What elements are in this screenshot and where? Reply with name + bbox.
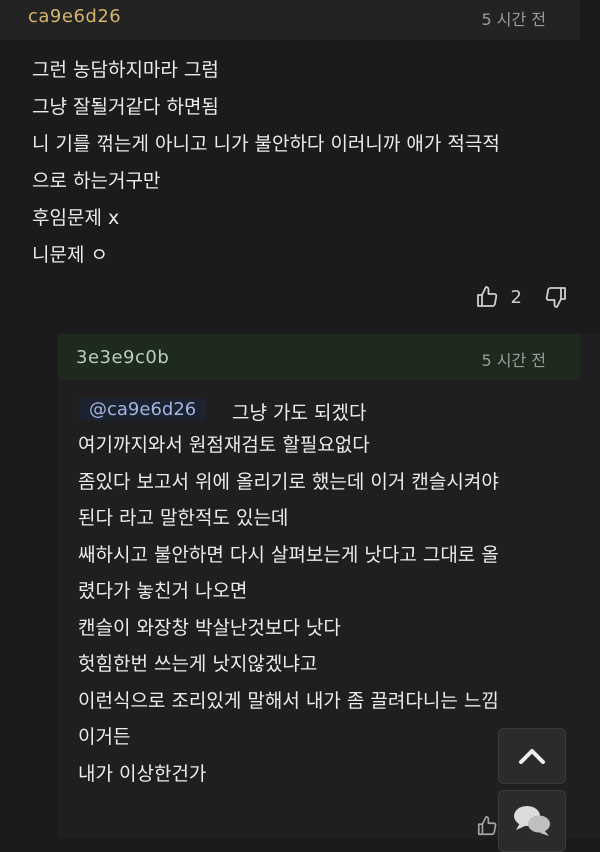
reply-line: 헛힘한번 쓰는게 낫지않겠냐고 — [78, 653, 318, 675]
mention-tag[interactable]: @ca9e6d26 — [79, 398, 207, 421]
reply-line: 된다 라고 말한적도 있는데 — [78, 507, 289, 529]
comment-line: 후임문제 x — [32, 207, 120, 229]
comment-line: 으로 하는거구만 — [32, 170, 161, 192]
comment-line: 그냥 잘될거같다 하면됨 — [32, 96, 219, 118]
chat-bubbles-icon — [512, 804, 552, 838]
comment-line: 니 기를 꺾는게 아니고 니가 불안하다 이러니까 애가 적극적 — [32, 133, 500, 155]
comment-line: 그런 농담하지마라 그럼 — [32, 59, 219, 81]
thumbs-up-icon[interactable] — [475, 285, 499, 309]
reply-time: 5 시간 전 — [481, 351, 546, 370]
reply-line: 렸다가 놓친거 나오면 — [78, 580, 248, 602]
reply-line: 쌔하시고 불안하면 다시 살펴보는게 낫다고 그대로 올 — [78, 543, 499, 566]
reply-line: 이런식으로 조리있게 말해서 내가 좀 끌려다니는 느낌 — [78, 689, 499, 712]
reply-line: 캔슬이 와장창 박살난것보다 낫다 — [78, 616, 341, 639]
reply-first-line: 그냥 가도 되겠다 — [232, 402, 367, 424]
reply-body: 여기까지와서 원점재검토 할필요없다 좀있다 보고서 위에 올리기로 했는데 이… — [78, 427, 499, 792]
comment-time: 5 시간 전 — [481, 10, 546, 29]
like-count: 2 — [510, 286, 522, 308]
reply-line: 내가 이상한건가 — [78, 762, 207, 785]
chevron-up-icon — [517, 746, 547, 766]
comment-line: 니문제 ㅇ — [32, 244, 108, 266]
comment-header: ca9e6d26 5 시간 전 — [0, 0, 580, 40]
comment-body: 그런 농담하지마라 그럼 그냥 잘될거같다 하면됨 니 기를 꺾는게 아니고 니… — [32, 52, 500, 274]
reply-header: 3e3e9c0b 5 시간 전 — [58, 334, 580, 380]
comment: ca9e6d26 5 시간 전 그런 농담하지마라 그럼 그냥 잘될거같다 하면… — [0, 0, 600, 334]
reply-line: 이거든 — [78, 726, 131, 748]
reply-author[interactable]: 3e3e9c0b — [76, 347, 169, 368]
thumbs-down-icon[interactable] — [544, 285, 568, 309]
comment-author[interactable]: ca9e6d26 — [28, 6, 121, 27]
chat-button[interactable] — [498, 790, 566, 852]
reply-line: 좀있다 보고서 위에 올리기로 했는데 이거 캔슬시켜야 — [78, 470, 499, 493]
thumbs-up-icon[interactable] — [476, 815, 498, 837]
scroll-to-top-button[interactable] — [498, 728, 566, 784]
reply-line: 여기까지와서 원점재검토 할필요없다 — [78, 434, 370, 456]
comment-reactions: 2 — [475, 285, 568, 309]
